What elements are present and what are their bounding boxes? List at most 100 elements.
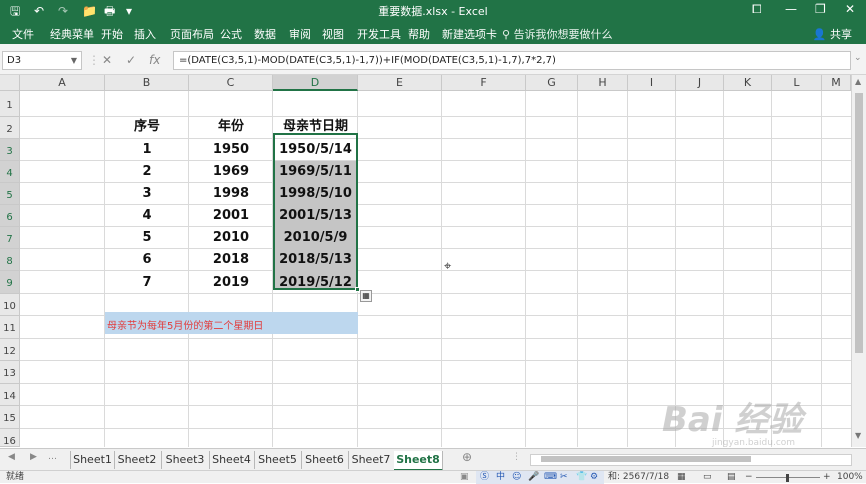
column-header[interactable]: H (578, 75, 628, 91)
name-box[interactable]: D3 ▼ (2, 51, 82, 70)
skin-icon[interactable]: 👕 (576, 471, 587, 484)
horizontal-scrollbar[interactable] (530, 454, 852, 466)
row-header-selected[interactable]: 6 (0, 205, 20, 227)
tab-home[interactable]: 开始 (101, 26, 123, 42)
note-cell[interactable]: 母亲节为每年5月份的第二个星期日 (105, 312, 358, 334)
vertical-scroll-thumb[interactable] (855, 93, 863, 353)
header-cell-index[interactable]: 序号 (105, 117, 189, 139)
minimize-icon[interactable]: — (785, 2, 797, 16)
row-header-selected[interactable]: 9 (0, 271, 20, 294)
column-header[interactable]: L (772, 75, 822, 91)
table-cell[interactable]: 3 (105, 183, 189, 205)
share-button[interactable]: 👤 共享 (813, 26, 852, 42)
row-header[interactable]: 12 (0, 339, 20, 361)
next-sheet-icon[interactable]: ▶ (30, 452, 37, 462)
table-cell[interactable]: 2019 (189, 271, 273, 294)
row-header-selected[interactable]: 5 (0, 183, 20, 205)
row-header-selected[interactable]: 4 (0, 161, 20, 183)
tell-me-search[interactable]: ⚲ 告诉我你想要做什么 (502, 26, 613, 42)
column-header[interactable]: A (20, 75, 105, 91)
sheet-tab[interactable]: Sheet3 (161, 451, 210, 469)
tab-formulas[interactable]: 公式 (220, 26, 242, 42)
sheet-tab[interactable]: Sheet2 (113, 451, 162, 469)
column-header[interactable]: F (442, 75, 526, 91)
chinese-mode-icon[interactable]: 中 (496, 471, 505, 484)
table-cell[interactable]: 4 (105, 205, 189, 227)
column-header[interactable]: K (724, 75, 772, 91)
tab-file[interactable]: 文件 (12, 26, 34, 42)
row-header[interactable]: 11 (0, 316, 20, 339)
table-cell[interactable]: 5 (105, 227, 189, 249)
column-header[interactable]: J (676, 75, 724, 91)
scissors-icon[interactable]: ✂ (560, 471, 568, 484)
select-all-corner[interactable] (0, 75, 20, 91)
table-cell[interactable]: 6 (105, 249, 189, 271)
enter-formula-icon[interactable]: ✓ (126, 53, 136, 67)
column-header[interactable]: C (189, 75, 273, 91)
row-header[interactable]: 13 (0, 361, 20, 384)
prev-sheet-icon[interactable]: ◀ (8, 452, 15, 462)
row-header-selected[interactable]: 7 (0, 227, 20, 249)
tab-insert[interactable]: 插入 (134, 26, 156, 42)
restore-icon[interactable]: ❐ (815, 2, 826, 16)
table-cell[interactable]: 1950 (189, 139, 273, 161)
row-header-selected[interactable]: 3 (0, 139, 20, 161)
zoom-in-icon[interactable]: + (823, 471, 831, 484)
table-cell[interactable]: 1969 (189, 161, 273, 183)
tab-classic-menu[interactable]: 经典菜单 (50, 26, 94, 42)
tab-help[interactable]: 帮助 (408, 26, 430, 42)
sheet-tab[interactable]: Sheet7 (348, 451, 395, 469)
tab-page-layout[interactable]: 页面布局 (170, 26, 214, 42)
emoji-icon[interactable]: ☺ (512, 471, 521, 484)
column-header[interactable]: B (105, 75, 189, 91)
column-header[interactable]: I (628, 75, 676, 91)
close-icon[interactable]: ✕ (845, 2, 855, 16)
row-header-selected[interactable]: 8 (0, 249, 20, 271)
scroll-up-icon[interactable]: ▲ (855, 77, 861, 86)
column-header[interactable]: G (526, 75, 578, 91)
ribbon-display-icon[interactable]: ⧠ (752, 2, 762, 17)
row-header[interactable]: 2 (0, 117, 20, 139)
sogou-icon[interactable]: Ⓢ (480, 471, 489, 484)
sheet-tab[interactable]: Sheet5 (254, 451, 302, 469)
table-cell[interactable]: 2001 (189, 205, 273, 227)
column-header[interactable]: M (822, 75, 851, 91)
tab-developer[interactable]: 开发工具 (357, 26, 401, 42)
vertical-scrollbar[interactable]: ▲ ▼ (851, 75, 866, 447)
microphone-icon[interactable]: 🎤 (528, 471, 539, 484)
table-cell[interactable]: 1998 (189, 183, 273, 205)
zoom-out-icon[interactable]: − (745, 471, 753, 484)
more-sheets-icon[interactable]: … (48, 452, 57, 462)
tab-review[interactable]: 审阅 (289, 26, 311, 42)
column-header[interactable]: E (358, 75, 442, 91)
zoom-slider-thumb[interactable] (786, 474, 789, 482)
table-cell[interactable]: 7 (105, 271, 189, 294)
row-header[interactable]: 10 (0, 294, 20, 316)
column-header-selected[interactable]: D (273, 75, 358, 91)
sheet-tab[interactable]: Sheet6 (301, 451, 349, 469)
quick-analysis-icon[interactable]: ▦ (360, 290, 372, 302)
tab-view[interactable]: 视图 (322, 26, 344, 42)
zoom-level[interactable]: 100% (837, 471, 863, 484)
table-cell[interactable]: 2018 (189, 249, 273, 271)
row-header[interactable]: 14 (0, 384, 20, 406)
header-cell-year[interactable]: 年份 (189, 117, 273, 139)
row-header[interactable]: 16 (0, 429, 20, 447)
keyboard-icon[interactable]: ⌨ (544, 471, 557, 484)
table-cell[interactable]: 1 (105, 139, 189, 161)
sheet-tab[interactable]: Sheet1 (70, 451, 115, 469)
scroll-down-icon[interactable]: ▼ (855, 431, 861, 440)
normal-view-icon[interactable]: ▦ (677, 471, 686, 484)
insert-function-icon[interactable]: fx (149, 53, 160, 67)
table-cell[interactable]: 2010 (189, 227, 273, 249)
row-header[interactable]: 15 (0, 406, 20, 429)
cancel-formula-icon[interactable]: ✕ (102, 53, 112, 67)
sheet-tab-active[interactable]: Sheet8 (394, 451, 443, 471)
add-sheet-icon[interactable]: ⊕ (462, 450, 472, 464)
settings-gear-icon[interactable]: ⚙ (590, 471, 598, 484)
formula-input[interactable]: =(DATE(C3,5,1)-MOD(DATE(C3,5,1)-1,7))+IF… (173, 51, 851, 70)
page-layout-view-icon[interactable]: ▭ (703, 471, 712, 484)
page-break-view-icon[interactable]: ▤ (727, 471, 736, 484)
horizontal-scroll-thumb[interactable] (541, 456, 751, 462)
row-header[interactable]: 1 (0, 91, 20, 117)
